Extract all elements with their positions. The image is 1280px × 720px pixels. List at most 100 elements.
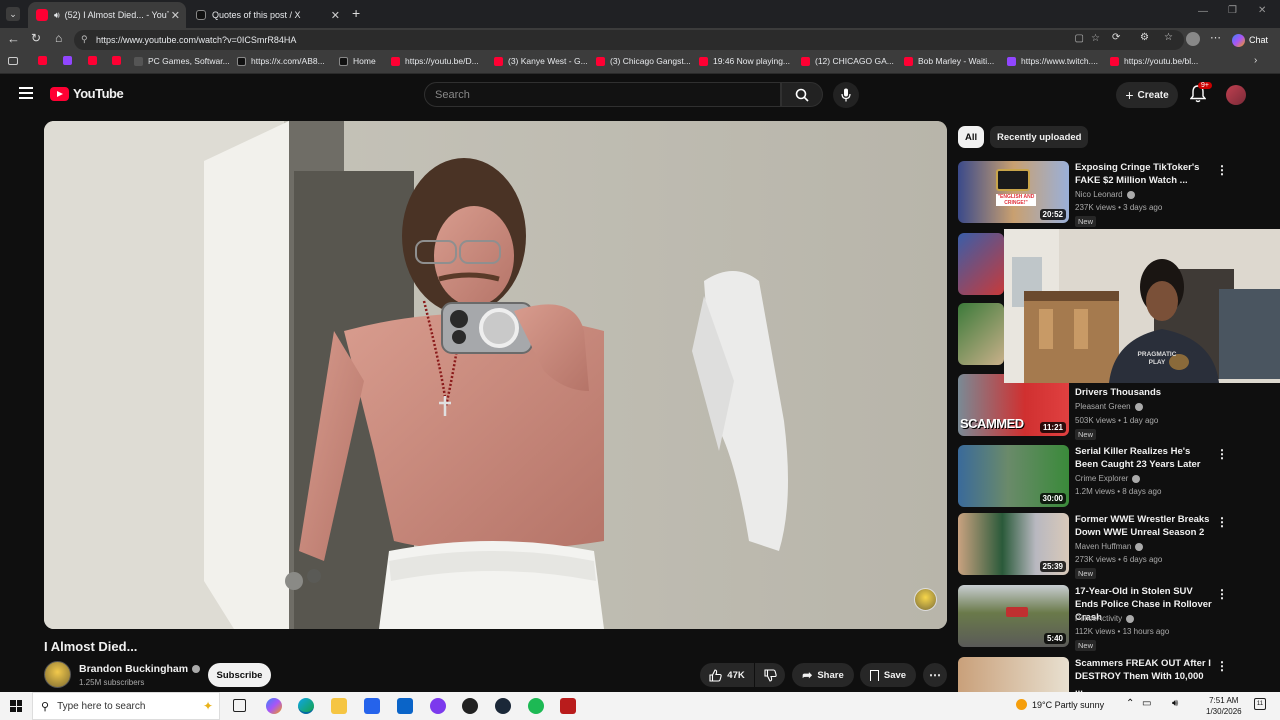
more-vertical-icon[interactable]: ⋮ xyxy=(1216,515,1228,529)
chip-recently-uploaded[interactable]: Recently uploaded xyxy=(990,126,1089,148)
file-explorer-icon[interactable] xyxy=(331,698,347,714)
bookmarks-overflow-icon[interactable]: › xyxy=(1254,55,1257,66)
recommended-video[interactable]: 30:00 Serial Killer Realizes He's Been C… xyxy=(958,445,1280,509)
maximize-icon[interactable]: ❐ xyxy=(1228,5,1237,16)
spotify-icon[interactable] xyxy=(528,698,544,714)
copilot-chat-button[interactable]: Chat xyxy=(1232,31,1268,49)
bookmark-item[interactable]: https://youtu.be/D... xyxy=(391,56,479,66)
tab-x-quotes[interactable]: Quotes of this post / X ✕ xyxy=(188,2,346,28)
recommended-video[interactable]: 5:40 17-Year-Old in Stolen SUV Ends Poli… xyxy=(958,585,1280,651)
save-button[interactable]: Save xyxy=(860,663,916,687)
video-thumbnail[interactable] xyxy=(958,303,1004,365)
recommended-video[interactable]: "ENGLISH AND CRINGE!" 20:52 Exposing Cri… xyxy=(958,161,1280,227)
channel-avatar[interactable] xyxy=(44,661,71,688)
obs-icon[interactable] xyxy=(462,698,478,714)
recommended-channel[interactable]: Crime Explorer xyxy=(1075,474,1141,483)
bookmark-item[interactable]: https://youtu.be/bl... xyxy=(1110,56,1198,66)
bookmark-item[interactable]: Home xyxy=(339,56,376,66)
bookmark-item[interactable] xyxy=(88,56,102,65)
bookmark-item[interactable]: PC Games, Softwar... xyxy=(134,56,230,66)
system-tray-chevron-icon[interactable]: ⌃ xyxy=(1126,698,1134,709)
sidebar-toggle-icon[interactable] xyxy=(8,57,18,65)
taskbar-search-box[interactable]: ⚲ Type here to search ✦ xyxy=(32,692,220,720)
store-icon[interactable] xyxy=(364,698,380,714)
favorites-icon[interactable]: ☆ xyxy=(1164,32,1173,43)
game-app-icon[interactable] xyxy=(560,698,576,714)
site-info-icon[interactable]: ⚲ xyxy=(81,34,88,45)
channel-watermark-icon[interactable] xyxy=(914,588,937,611)
notifications-button[interactable]: 9+ xyxy=(1189,82,1212,108)
recommended-channel[interactable]: Nico Leonard xyxy=(1075,190,1135,199)
bookmark-item[interactable]: (3) Chicago Gangst... xyxy=(596,56,691,66)
close-tab-icon[interactable]: ✕ xyxy=(171,9,180,22)
recommended-channel[interactable]: Maven Huffman xyxy=(1075,542,1144,551)
chip-all[interactable]: All xyxy=(958,126,985,148)
new-tab-icon[interactable]: + xyxy=(352,5,360,21)
video-thumbnail[interactable]: SCAMMED 11:21 xyxy=(958,374,1069,436)
bookmark-item[interactable]: 19:46 Now playing... xyxy=(699,56,790,66)
video-thumbnail[interactable]: "ENGLISH AND CRINGE!" 20:52 xyxy=(958,161,1069,223)
recommended-video[interactable]: Scammers FREAK OUT After I DESTROY Them … xyxy=(958,657,1280,692)
discord-icon[interactable] xyxy=(430,698,446,714)
volume-icon[interactable]: 🔊︎ xyxy=(1172,698,1178,709)
share-button[interactable]: ➦ Share xyxy=(792,663,854,687)
voice-search-button[interactable] xyxy=(833,82,859,108)
clock[interactable]: 7:51 AM 1/30/2026 xyxy=(1206,695,1242,717)
like-button[interactable]: 47K xyxy=(700,663,754,687)
tab-youtube-video[interactable]: 🔊︎ (52) I Almost Died... - YouTube ✕ xyxy=(28,2,186,28)
search-input[interactable]: Search xyxy=(424,82,781,107)
video-thumbnail[interactable]: 30:00 xyxy=(958,445,1069,507)
bookmark-item[interactable] xyxy=(38,56,52,65)
weather-widget[interactable]: 19°C Partly sunny xyxy=(1016,699,1104,710)
close-window-icon[interactable]: ✕ xyxy=(1258,5,1266,16)
hamburger-menu-icon[interactable] xyxy=(19,87,33,99)
account-avatar[interactable] xyxy=(1226,85,1246,105)
bookmark-item[interactable] xyxy=(112,56,126,65)
video-thumbnail[interactable]: 25:39 xyxy=(958,513,1069,575)
reader-icon[interactable]: ▢ xyxy=(1075,33,1084,44)
video-player[interactable] xyxy=(44,121,947,629)
recommended-channel[interactable]: PoliceActivity xyxy=(1075,614,1135,623)
reload-icon[interactable]: ↻ xyxy=(31,31,41,45)
channel-name[interactable]: Brandon Buckingham xyxy=(79,663,201,675)
task-view-icon[interactable] xyxy=(233,699,246,712)
steam-icon[interactable] xyxy=(495,698,511,714)
bookmark-item[interactable]: Bob Marley - Waiti... xyxy=(904,56,994,66)
speaker-icon[interactable]: 🔊︎ xyxy=(54,10,60,21)
recommended-channel[interactable]: Pleasant Green xyxy=(1075,402,1143,411)
dislike-button[interactable] xyxy=(755,663,785,687)
address-bar[interactable]: ⚲ https://www.youtube.com/watch?v=0ICSmr… xyxy=(74,30,1184,50)
outlook-icon[interactable] xyxy=(397,698,413,714)
notification-center-icon[interactable]: 11 xyxy=(1254,698,1266,710)
recommended-video[interactable]: 25:39 Former WWE Wrestler Breaks Down WW… xyxy=(958,513,1280,579)
more-vertical-icon[interactable]: ⋮ xyxy=(1216,587,1228,601)
edge-browser-icon[interactable] xyxy=(298,698,314,714)
more-vertical-icon[interactable]: ⋮ xyxy=(1216,163,1228,177)
search-button[interactable] xyxy=(781,82,823,107)
more-actions-button[interactable]: ⋯ xyxy=(923,663,947,687)
more-menu-icon[interactable]: ⋯ xyxy=(1210,31,1221,44)
video-thumbnail[interactable]: 5:40 xyxy=(958,585,1069,647)
bookmark-item[interactable]: (12) CHICAGO GA... xyxy=(801,56,894,66)
video-thumbnail[interactable] xyxy=(958,657,1069,692)
back-icon[interactable]: ← xyxy=(7,31,20,46)
bookmark-item[interactable] xyxy=(63,56,77,65)
video-thumbnail[interactable] xyxy=(958,233,1004,295)
more-vertical-icon[interactable]: ⋮ xyxy=(1216,447,1228,461)
extensions-icon[interactable]: ⟳ xyxy=(1112,32,1120,43)
profile-avatar-icon[interactable] xyxy=(1186,32,1200,46)
favorite-star-icon[interactable]: ☆ xyxy=(1091,33,1100,44)
bookmark-item[interactable]: (3) Kanye West - G... xyxy=(494,56,588,66)
close-tab-icon[interactable]: ✕ xyxy=(331,9,340,22)
network-icon[interactable]: ▭ xyxy=(1142,698,1151,709)
bookmark-item[interactable]: https://x.com/AB8... xyxy=(237,56,325,66)
minimize-icon[interactable]: — xyxy=(1198,6,1208,17)
copilot-app-icon[interactable] xyxy=(266,698,282,714)
subscribe-button[interactable]: Subscribe xyxy=(208,663,271,687)
youtube-logo[interactable]: YouTube xyxy=(50,86,124,101)
tab-list-chevron-icon[interactable]: ⌄ xyxy=(6,7,20,21)
windows-start-icon[interactable] xyxy=(10,700,22,712)
create-button[interactable]: + Create xyxy=(1116,82,1178,108)
home-icon[interactable]: ⌂ xyxy=(55,31,62,45)
recommended-video[interactable]: SCAMMED 11:21 Drivers Thousands Pleasant… xyxy=(958,374,1280,440)
